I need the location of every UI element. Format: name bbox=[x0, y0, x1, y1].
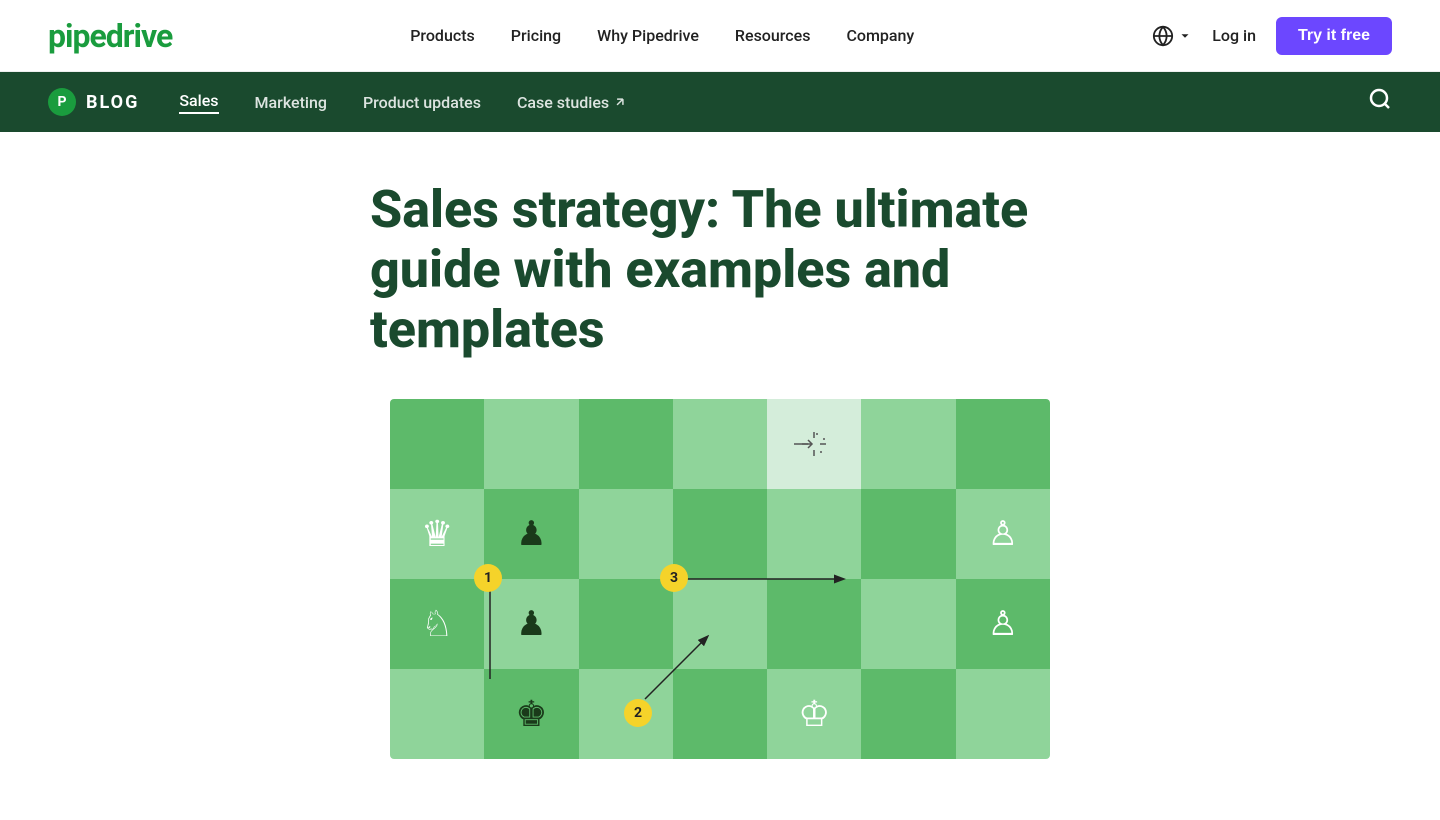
nav-right: Log in Try it free bbox=[1152, 17, 1392, 55]
external-link-icon bbox=[613, 95, 627, 109]
nav-products[interactable]: Products bbox=[410, 26, 475, 45]
target-icon bbox=[794, 424, 834, 464]
language-selector[interactable] bbox=[1152, 25, 1192, 47]
search-button[interactable] bbox=[1368, 87, 1392, 117]
black-pawn-1: ♟ bbox=[516, 514, 546, 554]
cell-r2c4 bbox=[673, 489, 767, 579]
cell-r2c3 bbox=[579, 489, 673, 579]
logo[interactable]: pipedrive bbox=[48, 17, 172, 55]
top-nav: pipedrive Products Pricing Why Pipedrive… bbox=[0, 0, 1440, 72]
cell-r3c4 bbox=[673, 579, 767, 669]
blog-nav-links: Sales Marketing Product updates Case stu… bbox=[179, 91, 627, 114]
white-queen: ♛ bbox=[421, 513, 453, 555]
cell-r4c6 bbox=[861, 669, 955, 759]
cell-r4c5: ♔ bbox=[767, 669, 861, 759]
nav-resources[interactable]: Resources bbox=[735, 26, 811, 45]
cell-r3c5 bbox=[767, 579, 861, 669]
white-king: ♔ bbox=[798, 693, 830, 735]
cell-r1c1 bbox=[390, 399, 484, 489]
cell-r4c7 bbox=[956, 669, 1050, 759]
white-pawn-2: ♙ bbox=[988, 604, 1018, 644]
globe-icon bbox=[1152, 25, 1174, 47]
cell-r3c3 bbox=[579, 579, 673, 669]
cell-r2c7: ♙ bbox=[956, 489, 1050, 579]
cell-r3c1: ♘ bbox=[390, 579, 484, 669]
cell-r3c2: ♟ bbox=[484, 579, 578, 669]
black-pawn-2: ♟ bbox=[516, 604, 546, 644]
cell-r3c6 bbox=[861, 579, 955, 669]
chevron-down-icon bbox=[1178, 29, 1192, 43]
blog-logo: P BLOG bbox=[48, 88, 139, 116]
cell-r1c5 bbox=[767, 399, 861, 489]
white-knight: ♘ bbox=[421, 603, 453, 645]
cell-r4c2: ♚ bbox=[484, 669, 578, 759]
blog-logo-icon: P bbox=[48, 88, 76, 116]
nav-pricing[interactable]: Pricing bbox=[511, 26, 561, 45]
cell-r2c2: ♟ bbox=[484, 489, 578, 579]
cell-r1c2 bbox=[484, 399, 578, 489]
try-free-button[interactable]: Try it free bbox=[1276, 17, 1392, 55]
cell-r1c6 bbox=[861, 399, 955, 489]
main-content: Sales strategy: The ultimate guide with … bbox=[0, 132, 1440, 759]
cell-r4c4 bbox=[673, 669, 767, 759]
nav-why[interactable]: Why Pipedrive bbox=[597, 26, 699, 45]
cell-r2c1: ♛ bbox=[390, 489, 484, 579]
article-title: Sales strategy: The ultimate guide with … bbox=[370, 180, 1070, 359]
blog-tab-sales[interactable]: Sales bbox=[179, 91, 218, 114]
nav-links: Products Pricing Why Pipedrive Resources… bbox=[410, 26, 914, 45]
blog-nav: P BLOG Sales Marketing Product updates C… bbox=[0, 72, 1440, 132]
blog-tab-case-studies[interactable]: Case studies bbox=[517, 93, 627, 112]
white-pawn-1: ♙ bbox=[988, 514, 1018, 554]
blog-tab-product-updates[interactable]: Product updates bbox=[363, 93, 481, 112]
black-king: ♚ bbox=[515, 693, 547, 735]
cell-r2c6 bbox=[861, 489, 955, 579]
cell-r1c3 bbox=[579, 399, 673, 489]
cell-r2c5 bbox=[767, 489, 861, 579]
blog-label: BLOG bbox=[86, 92, 139, 113]
chess-illustration: ♛ ♟ ♙ ♘ ♟ bbox=[390, 399, 1050, 759]
blog-tab-marketing[interactable]: Marketing bbox=[255, 93, 327, 112]
login-button[interactable]: Log in bbox=[1212, 26, 1256, 45]
cell-r1c4 bbox=[673, 399, 767, 489]
nav-company[interactable]: Company bbox=[846, 26, 914, 45]
cell-r1c7 bbox=[956, 399, 1050, 489]
blog-nav-left: P BLOG Sales Marketing Product updates C… bbox=[48, 88, 627, 116]
cell-r3c7: ♙ bbox=[956, 579, 1050, 669]
search-icon bbox=[1368, 87, 1392, 111]
cell-r4c1 bbox=[390, 669, 484, 759]
